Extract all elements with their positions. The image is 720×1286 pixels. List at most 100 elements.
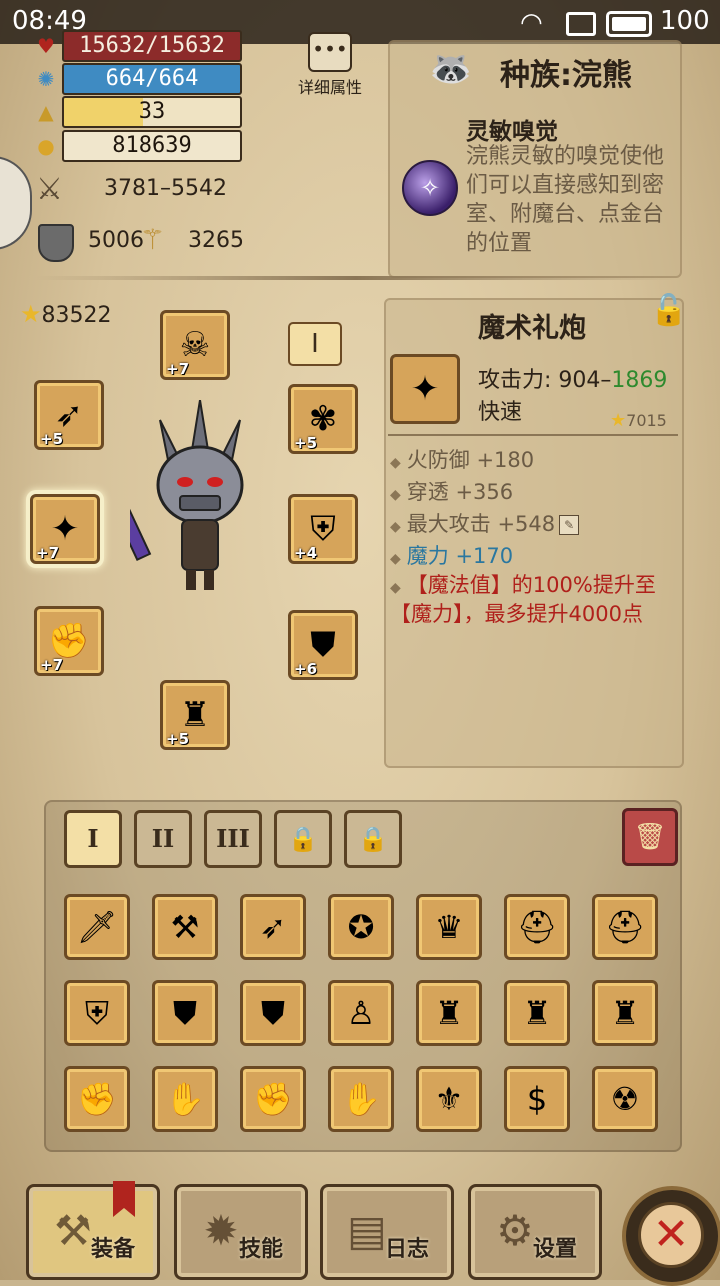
skull-helmet-icon: ☠ xyxy=(179,325,211,365)
detailed-attributes-label: 详细属性 xyxy=(297,78,362,97)
nav-equipment[interactable]: ⚒ 装备 xyxy=(26,1181,160,1280)
affix-magic: ◆ 魔力 +170 xyxy=(390,540,513,570)
inventory-slot[interactable]: ⚜ xyxy=(416,1066,482,1132)
firework-cannon-icon: ✦ xyxy=(390,354,460,424)
bag-tab-2[interactable]: II xyxy=(134,810,192,868)
hammer-icon: ⚒ xyxy=(170,908,200,946)
item-attack: 攻击力: 904–1869 xyxy=(478,362,667,394)
wifi-icon: ◠ xyxy=(520,8,543,38)
close-icon: ✕ xyxy=(638,1202,704,1268)
skill-description: 浣熊灵敏的嗅觉使他们可以直接感知到密室、附魔台、点金台的位置 xyxy=(466,144,665,256)
detailed-attributes-button[interactable]: ••• 详细属性 xyxy=(298,32,362,97)
inventory-slot[interactable]: ✊ xyxy=(64,1066,130,1132)
crown-icon: ♛ xyxy=(434,908,464,946)
inventory-slot[interactable]: ✋ xyxy=(328,1066,394,1132)
screen-rotate-icon xyxy=(566,12,596,36)
helmet-level: +7 xyxy=(166,360,190,378)
level-triangle-icon: ▲ xyxy=(38,100,54,124)
inventory-slot[interactable]: ⛊ xyxy=(152,980,218,1046)
inventory-slot[interactable]: 🗡 xyxy=(64,894,130,960)
power-score: ★83522 xyxy=(20,300,112,328)
equip-slot-boots[interactable]: ♜ +5 xyxy=(160,680,230,750)
gauntlet-icon: ✊ xyxy=(77,1080,117,1118)
inventory-slot[interactable]: ☢ xyxy=(592,1066,658,1132)
item-score-value: 7015 xyxy=(626,411,667,430)
inventory-slot[interactable]: ➶ xyxy=(240,894,306,960)
close-button[interactable]: ✕ xyxy=(622,1186,720,1286)
shield-crest-icon: ⚜ xyxy=(434,1080,464,1118)
inventory-slot[interactable]: ♜ xyxy=(504,980,570,1046)
boots-icon: ♜ xyxy=(179,695,211,735)
inventory-slot[interactable]: ✊ xyxy=(240,1066,306,1132)
equip-slot-chest[interactable]: ⛊ +6 xyxy=(288,610,358,680)
inventory-slot[interactable]: ⛑ xyxy=(504,894,570,960)
affix-fire-defense: ◆ 火防御 +180 xyxy=(390,444,534,474)
inventory-slot[interactable]: ♜ xyxy=(416,980,482,1046)
star-icon: ★ xyxy=(20,300,42,328)
lock-icon: 🔒 xyxy=(358,824,388,853)
item-attack-high: 1869 xyxy=(611,368,668,393)
leather-bracer-icon: ✊ xyxy=(253,1080,293,1118)
item-divider xyxy=(388,434,678,436)
more-dots-icon: ••• xyxy=(308,32,352,72)
pouch-ring-icon: ☢ xyxy=(610,1080,640,1118)
equip-slot-weapon[interactable]: ✦ +7 xyxy=(30,494,100,564)
inventory-slot[interactable]: ♜ xyxy=(592,980,658,1046)
nav-settings[interactable]: ⚙ 设置 xyxy=(468,1184,602,1280)
bookmark-icon xyxy=(113,1181,135,1217)
bag-tab-locked-4[interactable]: 🔒 xyxy=(274,810,332,868)
mp-bar: 664/664 xyxy=(62,63,242,95)
item-attack-low: 攻击力: 904 xyxy=(478,368,601,393)
gauntlet-icon: ✊ xyxy=(47,621,91,661)
equip-slot-shoulders[interactable]: ⛨ +4 xyxy=(288,494,358,564)
affix-penetration: ◆ 穿透 +356 xyxy=(390,476,513,506)
inventory-slot[interactable]: ✋ xyxy=(152,1066,218,1132)
star-icon: ★ xyxy=(610,410,627,431)
bag-tab-3[interactable]: III xyxy=(204,810,262,868)
nav-skills[interactable]: ✹ 技能 xyxy=(174,1184,308,1280)
battery-level: 100 xyxy=(660,6,710,36)
equip-slot-offhand[interactable]: ➶ +5 xyxy=(34,380,104,450)
gold-bar: 818639 xyxy=(62,130,242,162)
affix-special: ◆ 【魔法值】的100%提升至【魔力】，最多提升4000点 xyxy=(390,572,660,627)
trash-icon: 🗑 xyxy=(633,822,667,852)
unlock-icon[interactable]: 🔓 xyxy=(650,292,688,330)
diamond-bullet-icon: ◆ xyxy=(390,551,401,567)
inventory-slot[interactable]: ⚒ xyxy=(152,894,218,960)
inventory-slot[interactable]: ⛑ xyxy=(592,894,658,960)
hero-character xyxy=(130,400,244,590)
samurai-helmet-icon: ⛑ xyxy=(516,908,558,946)
raccoon-icon: 🦝 xyxy=(429,49,473,89)
nav-equipment-label: 装备 xyxy=(91,1237,136,1262)
inventory-slot[interactable]: ⛨ xyxy=(64,980,130,1046)
equip-slot-helmet[interactable]: ☠ +7 xyxy=(160,310,230,380)
equip-slot-amulet[interactable]: ✾ +5 xyxy=(288,384,358,454)
bag-tab-1[interactable]: I xyxy=(64,810,122,868)
trash-button[interactable]: 🗑 xyxy=(622,808,678,866)
attack-range: 3781–5542 xyxy=(104,176,227,201)
item-score: ★7015 xyxy=(610,410,667,431)
nav-settings-label: 设置 xyxy=(533,1237,578,1262)
equip-slot-gloves[interactable]: ✊ +7 xyxy=(34,606,104,676)
magic-value: 3265 xyxy=(188,228,244,253)
raccoon-skill-icon[interactable]: ✧ xyxy=(402,160,458,216)
item-attack-sep: – xyxy=(600,368,612,393)
bag-tab-locked-5[interactable]: 🔒 xyxy=(344,810,402,868)
blue-armor-icon: ⛊ xyxy=(172,994,197,1032)
inventory-slot[interactable]: $ xyxy=(504,1066,570,1132)
skill-name: 灵敏嗅觉 xyxy=(466,119,558,145)
teal-boots-icon: ♜ xyxy=(522,994,552,1032)
hp-bar: 15632/15632 xyxy=(62,30,242,62)
item-speed: 快速 xyxy=(478,400,523,425)
inventory-slot[interactable]: ⛊ xyxy=(240,980,306,1046)
robe-icon: ♙ xyxy=(346,994,376,1032)
level-bar: 33 xyxy=(62,96,242,128)
heart-icon: ♥ xyxy=(37,34,55,58)
inventory-slot[interactable]: ✪ xyxy=(328,894,394,960)
inventory-slot[interactable]: ♛ xyxy=(416,894,482,960)
loadout-tab-1[interactable]: I xyxy=(288,322,342,366)
enchant-note-icon[interactable]: ✎ xyxy=(559,515,580,535)
bow-icon: ➶ xyxy=(259,908,287,946)
nav-log[interactable]: ▤ 日志 xyxy=(320,1184,454,1280)
inventory-slot[interactable]: ♙ xyxy=(328,980,394,1046)
